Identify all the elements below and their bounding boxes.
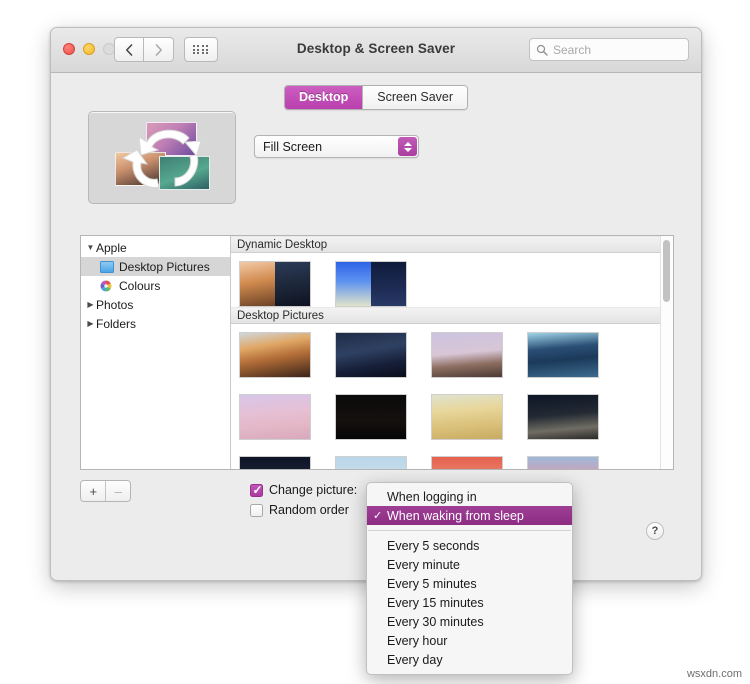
grid-scrollbar[interactable] (660, 236, 673, 469)
sidebar-item-photos[interactable]: ▶ Photos (81, 295, 230, 314)
sidebar-item-label: Colours (119, 278, 161, 293)
sidebar-item-label: Folders (96, 316, 137, 331)
wallpaper-tile[interactable] (335, 394, 407, 440)
tile-half-night (275, 262, 310, 306)
search-placeholder: Search (553, 42, 592, 57)
wallpaper-tile[interactable] (239, 456, 311, 469)
section-header: Desktop Pictures (231, 307, 673, 324)
search-field[interactable]: Search (529, 38, 689, 61)
menu-item[interactable]: When logging in (367, 487, 572, 506)
tile-grid (231, 253, 673, 307)
picture-browser: ▼ Apple Desktop Pictures Colours ▶ Photos ▶ Fol… (80, 235, 674, 470)
disclosure-open-icon[interactable]: ▼ (85, 243, 96, 252)
sidebar-item-folders[interactable]: ▶ Folders (81, 314, 230, 333)
menu-item[interactable]: ✓ When waking from sleep (367, 506, 572, 525)
section-header: Dynamic Desktop (231, 236, 673, 253)
disclosure-closed-icon[interactable]: ▶ (85, 300, 96, 309)
watermark-text: wsxdn.com (686, 668, 742, 680)
wallpaper-tile[interactable] (239, 332, 311, 378)
wallpaper-tile[interactable] (431, 332, 503, 378)
picture-sections: Dynamic Desktop Desktop Pictures (231, 236, 673, 469)
tile-half-day (336, 262, 371, 306)
popup-stepper-icon (398, 137, 417, 156)
random-order-label: Random order (269, 503, 349, 517)
desktop-preview-thumbnail[interactable] (88, 111, 236, 204)
add-folder-button[interactable]: + (81, 481, 106, 501)
menu-item-label: Every minute (387, 557, 460, 572)
search-icon (536, 44, 548, 56)
menu-item-label: Every 5 seconds (387, 538, 480, 553)
menu-item-label: Every hour (387, 633, 448, 648)
menu-item[interactable]: Every 5 minutes (367, 574, 572, 593)
colour-wheel-icon (100, 280, 114, 292)
menu-separator (368, 530, 571, 531)
menu-item-label: Every 15 minutes (387, 595, 484, 610)
fit-mode-popup-button[interactable]: Fill Screen (254, 135, 419, 158)
wallpaper-tile[interactable] (239, 261, 311, 307)
menu-item[interactable]: Every minute (367, 555, 572, 574)
tile-half-day (240, 262, 275, 306)
menu-item[interactable]: Every 15 minutes (367, 593, 572, 612)
disclosure-closed-icon[interactable]: ▶ (85, 319, 96, 328)
preview-row: Fill Screen (88, 111, 419, 204)
change-picture-checkbox[interactable] (250, 483, 263, 497)
wallpaper-tile[interactable] (431, 394, 503, 440)
wallpaper-tile[interactable] (335, 261, 407, 307)
screenshot-root: Desktop & Screen Saver Search Desktop Scr… (0, 0, 750, 684)
random-order-row[interactable]: Random order (250, 500, 357, 520)
window-titlebar: Desktop & Screen Saver Search (51, 28, 701, 73)
wallpaper-tile[interactable] (431, 456, 503, 469)
picture-grid-pane[interactable]: Dynamic Desktop Desktop Pictures (231, 236, 673, 469)
help-button[interactable]: ? (646, 522, 664, 540)
remove-folder-button[interactable]: – (105, 481, 130, 501)
sidebar-item-colours[interactable]: Colours (81, 276, 230, 295)
change-picture-row[interactable]: Change picture: (250, 480, 357, 500)
wallpaper-tile[interactable] (527, 332, 599, 378)
change-picture-interval-menu[interactable]: When logging in ✓ When waking from sleep Ev… (366, 482, 573, 675)
add-remove-folder-group: + – (80, 480, 131, 502)
menu-item-label: When waking from sleep (387, 508, 524, 523)
random-order-checkbox[interactable] (250, 503, 263, 517)
source-sidebar: ▼ Apple Desktop Pictures Colours ▶ Photos ▶ Fol… (81, 236, 231, 469)
options-checkboxes: Change picture: Random order (250, 480, 357, 520)
folder-icon (100, 260, 114, 273)
sidebar-item-desktop-pictures[interactable]: Desktop Pictures (81, 257, 230, 276)
menu-item-label: Every 30 minutes (387, 614, 484, 629)
fit-mode-value: Fill Screen (263, 139, 323, 154)
tile-half-night (371, 262, 406, 306)
menu-item[interactable]: Every 30 minutes (367, 612, 572, 631)
change-picture-label: Change picture: (269, 483, 358, 497)
menu-item[interactable]: Every day (367, 650, 572, 669)
wallpaper-tile[interactable] (239, 394, 311, 440)
menu-item-label: Every day (387, 652, 443, 667)
tile-grid (231, 324, 673, 469)
sidebar-item-label: Photos (96, 297, 134, 312)
sidebar-item-label: Desktop Pictures (119, 259, 210, 274)
wallpaper-tile[interactable] (335, 332, 407, 378)
rotation-arrows-icon (121, 129, 202, 188)
wallpaper-tile[interactable] (335, 456, 407, 469)
menu-item-label: When logging in (387, 489, 477, 504)
grid-scrollbar-thumb[interactable] (663, 240, 670, 302)
sidebar-item-label: Apple (96, 240, 127, 255)
menu-item[interactable]: Every 5 seconds (367, 536, 572, 555)
checkmark-icon: ✓ (373, 510, 383, 522)
menu-item-label: Every 5 minutes (387, 576, 477, 591)
menu-item[interactable]: Every hour (367, 631, 572, 650)
wallpaper-tile[interactable] (527, 394, 599, 440)
wallpaper-tile[interactable] (527, 456, 599, 469)
sidebar-item-apple[interactable]: ▼ Apple (81, 238, 230, 257)
